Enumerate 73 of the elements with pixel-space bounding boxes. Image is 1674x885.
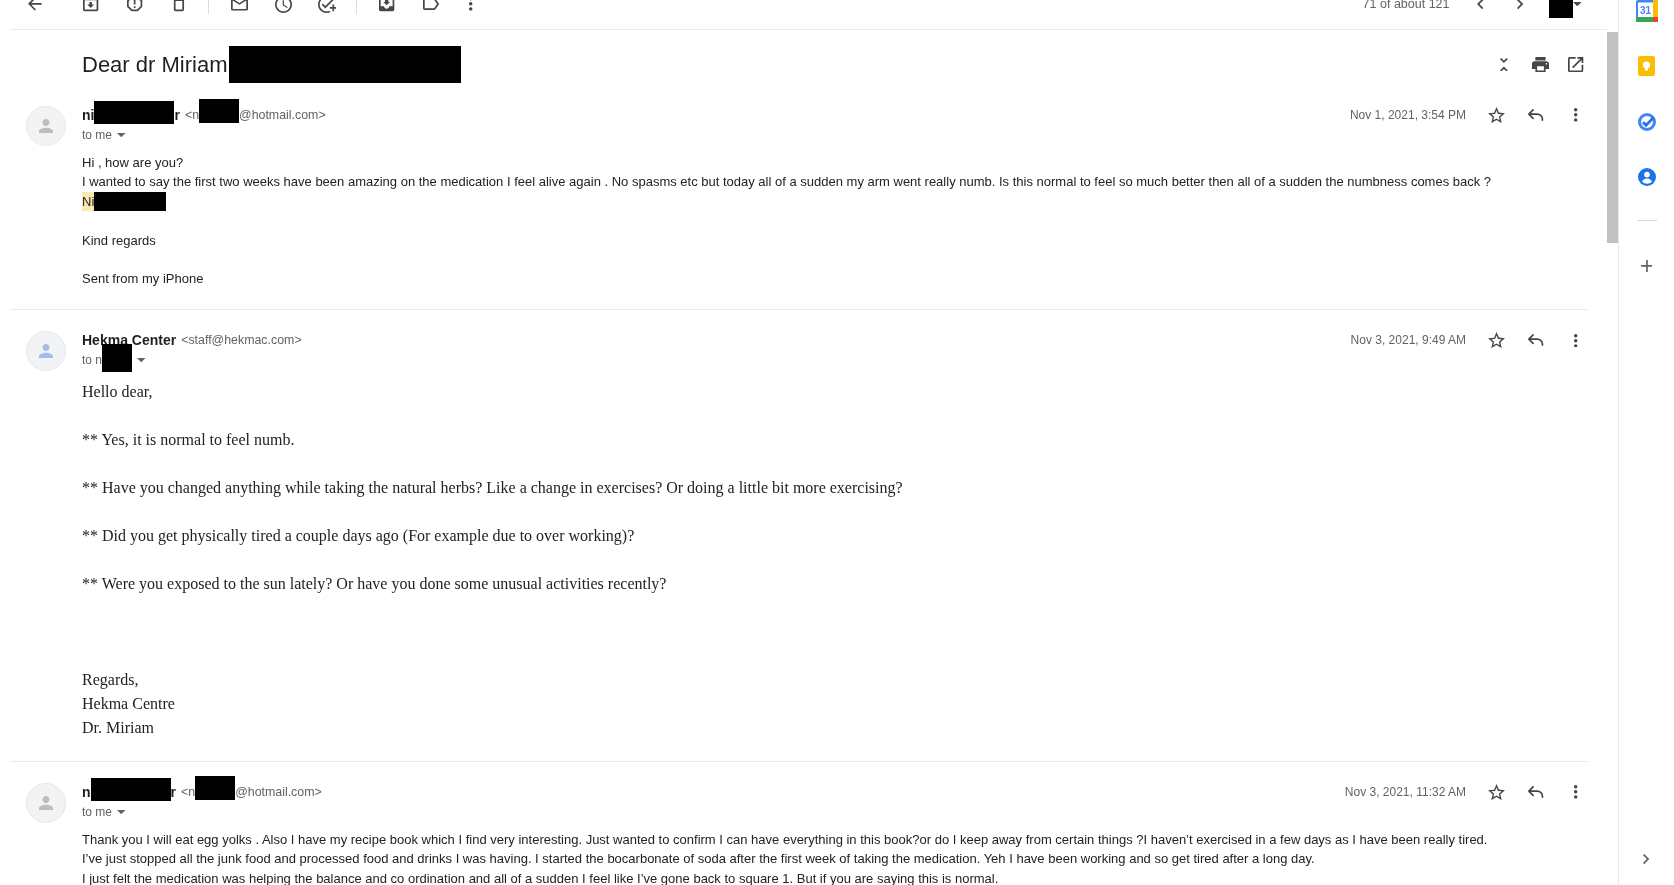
sender-email: @hotmail.com> bbox=[235, 783, 322, 801]
sender-email: @hotmail.com> bbox=[239, 107, 326, 124]
caret-icon[interactable] bbox=[1572, 2, 1581, 7]
message-text: Sent from my iPhone bbox=[82, 270, 204, 289]
clock-icon bbox=[274, 0, 292, 13]
envelope-icon bbox=[230, 0, 248, 11]
trash-icon bbox=[173, 0, 185, 12]
exclamation-icon bbox=[127, 0, 143, 12]
email-subject: Dear dr Miriam bbox=[82, 50, 228, 79]
chevron-right-icon bbox=[1643, 853, 1650, 864]
tasks-app-button[interactable] bbox=[1637, 113, 1656, 131]
reply-arrow-icon bbox=[1528, 785, 1544, 798]
message-text: Thank you I will eat egg yolks . Also I have my recipe book which I find very interesting. Just wanted to confirm I can have everything in this book?or do I keep away from certain things ?I haven’t exercised in a few days as I have been really tired. bbox=[82, 830, 1488, 849]
person-circle-icon bbox=[1637, 168, 1656, 186]
more-vertical-icon bbox=[1574, 785, 1578, 799]
scrollbar-thumb[interactable] bbox=[1607, 32, 1618, 243]
message-text: ** Have you changed anything while taking the natural herbs? Like a change in exercises? Or doing a little bit more exercising? bbox=[82, 478, 903, 499]
redaction-block bbox=[1548, 0, 1573, 18]
message-text: Hekma Centre bbox=[82, 694, 175, 715]
sender-email: <n bbox=[181, 783, 196, 801]
message-text: Hi , how are you? bbox=[82, 154, 184, 172]
message-date: Nov 3, 2021, 9:49 AM bbox=[1350, 332, 1466, 350]
message-text: Hello dear, bbox=[82, 382, 153, 403]
message-date: Nov 3, 2021, 11:32 AM bbox=[1344, 783, 1466, 801]
sender-name: ni bbox=[82, 106, 95, 125]
archive-box-icon bbox=[83, 0, 99, 12]
sender-name: n bbox=[82, 782, 91, 802]
check-circle-icon bbox=[1637, 113, 1656, 131]
reply-arrow-icon bbox=[1528, 109, 1544, 121]
calendar-app-button[interactable]: 31 bbox=[1635, 0, 1658, 22]
recipient-text: to me bbox=[82, 803, 112, 821]
message-text: ** Did you get physically tired a couple days ago (For example due to over working)? bbox=[82, 526, 635, 547]
back-arrow-icon bbox=[28, 0, 42, 11]
redaction-block bbox=[195, 775, 236, 800]
sender-email: <staff@hekmac.com> bbox=[181, 332, 302, 350]
caret-icon[interactable] bbox=[137, 358, 146, 363]
message-text: I wanted to say the first two weeks have been amazing on the medication I feel alive again . No spasms etc but today all of a sudden my arm went really numb. Is this normal to feel so much better then all of a sudden the numbness comes back ? bbox=[82, 173, 1492, 192]
tray-arrow-icon bbox=[379, 0, 395, 12]
message-text: Ni bbox=[82, 191, 95, 212]
message-text: I just felt the medication was helping the balance and co ordination and all of a sudden I feel like I’ve gone back to square 1. But if you are saying this is normal. bbox=[82, 869, 999, 885]
printer-icon bbox=[1531, 56, 1549, 73]
check-plus-icon bbox=[317, 0, 337, 13]
add-app-button[interactable] bbox=[1640, 260, 1653, 272]
more-vertical-icon bbox=[469, 0, 473, 11]
lightbulb-icon bbox=[1638, 56, 1655, 76]
sender-name: r bbox=[174, 106, 180, 125]
external-link-icon bbox=[1568, 56, 1584, 73]
more-vertical-icon bbox=[1574, 108, 1578, 122]
plus-icon bbox=[1640, 260, 1653, 272]
chevron-right-icon bbox=[1517, 0, 1524, 10]
redaction-block bbox=[102, 344, 132, 373]
contacts-app-button[interactable] bbox=[1637, 168, 1656, 186]
calendar-date-text: 31 bbox=[1639, 4, 1651, 16]
caret-icon[interactable] bbox=[117, 133, 126, 138]
tag-icon bbox=[422, 0, 440, 10]
message-text: ** Yes, it is normal to feel numb. bbox=[82, 430, 295, 451]
message-text: I’ve just stopped all the junk food and processed food and drinks I was having. I started the bocarbonate of soda after the first week of taking the medication. Yeh I have been working and so get tired after a long day. bbox=[82, 850, 1315, 869]
caret-icon[interactable] bbox=[117, 809, 126, 815]
message-date: Nov 1, 2021, 3:54 PM bbox=[1349, 107, 1466, 124]
message-text: Dr. Miriam bbox=[82, 718, 154, 739]
sender-name: r bbox=[170, 782, 176, 802]
reply-arrow-icon bbox=[1528, 334, 1544, 347]
message-text: ** Were you exposed to the sun lately? Or have you done some unusual activities recently? bbox=[82, 574, 667, 595]
show-panel-button[interactable] bbox=[1643, 853, 1650, 864]
chevron-left-icon bbox=[1477, 0, 1484, 10]
message-text: Kind regards bbox=[82, 231, 156, 250]
more-vertical-icon bbox=[1574, 333, 1578, 348]
recipient-text: to n bbox=[82, 352, 102, 370]
redaction-block bbox=[199, 99, 240, 123]
message-text: Regards, bbox=[82, 670, 139, 691]
converging-chevrons-icon bbox=[1500, 57, 1508, 72]
recipient-text: to me bbox=[82, 127, 112, 144]
sender-email: <n bbox=[184, 107, 200, 124]
